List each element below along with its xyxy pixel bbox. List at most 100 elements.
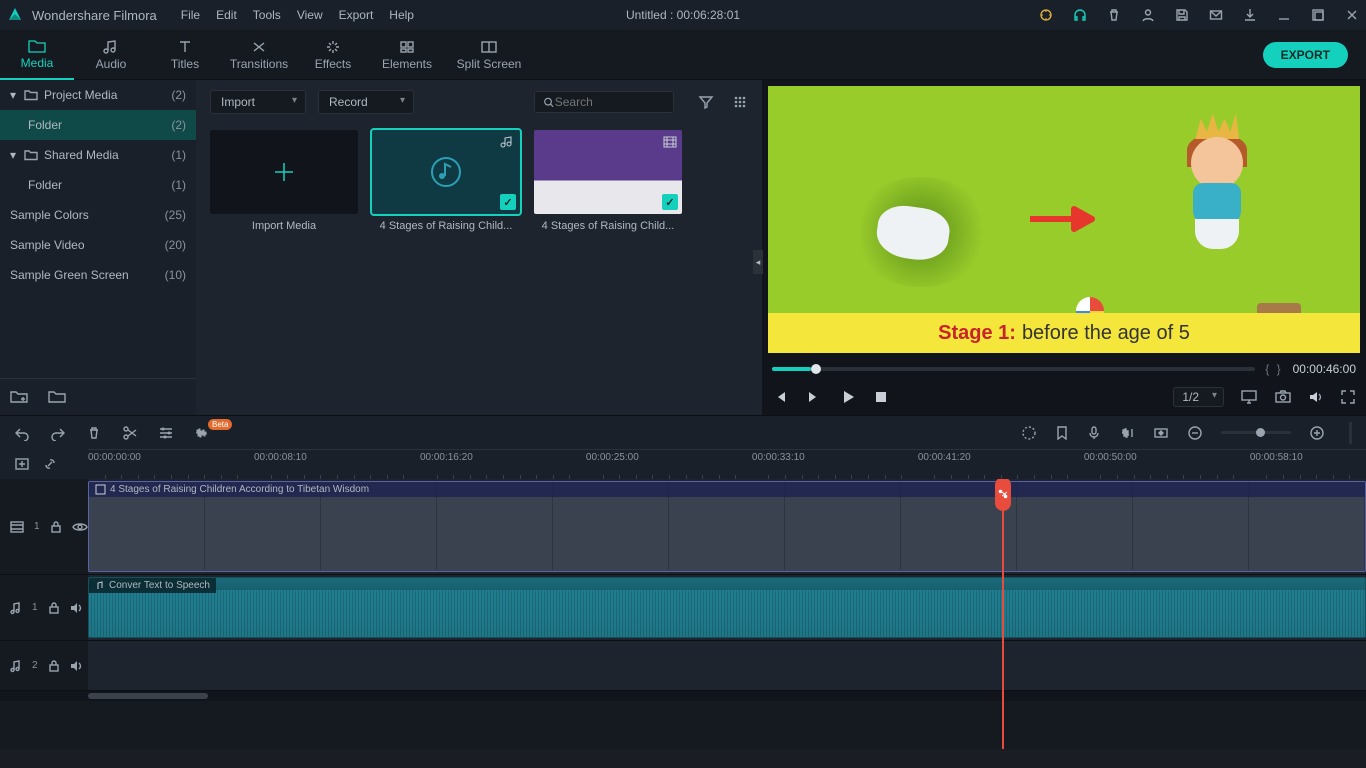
link-icon[interactable] xyxy=(42,456,58,472)
import-media-tile[interactable]: Import Media xyxy=(210,130,358,232)
record-dropdown[interactable]: Record xyxy=(318,90,414,114)
premium-icon[interactable] xyxy=(1038,7,1054,23)
video-track-icon xyxy=(10,521,24,533)
tab-effects-label: Effects xyxy=(315,57,351,71)
delete-icon[interactable] xyxy=(86,425,102,441)
zoom-out-icon[interactable] xyxy=(1187,425,1203,441)
tab-media[interactable]: Media xyxy=(0,30,74,80)
menu-view[interactable]: View xyxy=(297,8,323,22)
lock-icon[interactable] xyxy=(48,659,60,673)
sidebar-sample-video[interactable]: Sample Video (20) xyxy=(0,230,196,260)
audio-stretch-icon[interactable]: Beta xyxy=(194,425,236,441)
volume-icon[interactable] xyxy=(1308,389,1324,405)
next-frame-icon[interactable] xyxy=(806,389,822,405)
grid-view-icon[interactable] xyxy=(732,94,748,110)
preview-video[interactable]: Stage 1:before the age of 5 xyxy=(768,86,1360,353)
split-icon[interactable] xyxy=(122,425,138,441)
tab-transitions[interactable]: Transitions xyxy=(222,30,296,80)
render-icon[interactable] xyxy=(1021,425,1037,441)
download-icon[interactable] xyxy=(1242,7,1258,23)
menu-edit[interactable]: Edit xyxy=(216,8,237,22)
video-track-body[interactable]: 4 Stages of Raising Children According t… xyxy=(88,479,1366,574)
menu-help[interactable]: Help xyxy=(389,8,414,22)
maximize-icon[interactable] xyxy=(1310,7,1326,23)
tab-titles[interactable]: Titles xyxy=(148,30,222,80)
scrub-row: { } 00:00:46:00 xyxy=(762,359,1366,379)
timeline-ruler[interactable]: 00:00:00:0000:00:08:1000:00:16:2000:00:2… xyxy=(88,449,1366,479)
zoom-slider[interactable] xyxy=(1221,431,1291,434)
audio-track-body[interactable]: Conver Text to Speech xyxy=(88,575,1366,640)
display-icon[interactable] xyxy=(1240,389,1258,405)
collapse-sidebar-icon[interactable]: ◂ xyxy=(753,250,763,274)
sidebar-item-label: Project Media xyxy=(44,88,117,102)
snapshot-icon[interactable] xyxy=(1274,389,1292,405)
audio-clip[interactable]: Conver Text to Speech xyxy=(88,577,1366,638)
new-folder-icon[interactable] xyxy=(10,389,28,405)
speaker-icon[interactable] xyxy=(70,602,84,614)
tab-effects[interactable]: Effects xyxy=(296,30,370,80)
media-thumb-audio[interactable]: ✓ 4 Stages of Raising Child... xyxy=(372,130,520,232)
speaker-icon[interactable] xyxy=(70,660,84,672)
tab-splitscreen[interactable]: Split Screen xyxy=(444,30,534,80)
export-button[interactable]: EXPORT xyxy=(1263,42,1348,68)
sidebar-bottom xyxy=(0,378,196,415)
document-title: Untitled : 00:06:28:01 xyxy=(626,8,740,22)
mail-icon[interactable] xyxy=(1208,7,1224,23)
search-input[interactable] xyxy=(555,95,665,109)
zoom-in-icon[interactable] xyxy=(1309,425,1325,441)
headphones-icon[interactable] xyxy=(1072,7,1088,23)
sidebar-item-label: Sample Video xyxy=(10,238,85,252)
sidebar-folder-1[interactable]: Folder (2) xyxy=(0,110,196,140)
account-icon[interactable] xyxy=(1140,7,1156,23)
search-box[interactable] xyxy=(534,91,674,113)
tab-audio[interactable]: Audio xyxy=(74,30,148,80)
menu-tools[interactable]: Tools xyxy=(253,8,281,22)
marker-icon[interactable] xyxy=(1055,425,1069,441)
playhead[interactable] xyxy=(1002,479,1004,749)
audio-track-body-2[interactable] xyxy=(88,641,1366,690)
video-clip[interactable]: 4 Stages of Raising Children According t… xyxy=(88,481,1366,572)
trash-icon[interactable] xyxy=(1106,7,1122,23)
sidebar-project-media[interactable]: ▾ Project Media (2) xyxy=(0,80,196,110)
audio-mixer-icon[interactable] xyxy=(1119,425,1135,441)
sidebar-sample-green[interactable]: Sample Green Screen (10) xyxy=(0,260,196,290)
timeline-scrollbar[interactable] xyxy=(0,691,1366,701)
adjust-icon[interactable] xyxy=(158,425,174,441)
folder-icon[interactable] xyxy=(48,389,66,405)
voiceover-icon[interactable] xyxy=(1087,425,1101,441)
lock-icon[interactable] xyxy=(50,520,62,534)
filter-icon[interactable] xyxy=(698,94,714,110)
thumb-label: 4 Stages of Raising Child... xyxy=(534,220,682,232)
redo-icon[interactable] xyxy=(50,425,66,441)
timeline-add-icon[interactable] xyxy=(14,456,30,472)
media-thumb-video[interactable]: ✓ 4 Stages of Raising Child... xyxy=(534,130,682,232)
prev-frame-icon[interactable] xyxy=(772,389,788,405)
eye-icon[interactable] xyxy=(72,521,88,533)
sidebar-shared-media[interactable]: ▾ Shared Media (1) xyxy=(0,140,196,170)
undo-icon[interactable] xyxy=(14,425,30,441)
quality-select[interactable]: 1/2 xyxy=(1173,387,1224,407)
menu-export[interactable]: Export xyxy=(339,8,374,22)
lock-icon[interactable] xyxy=(48,601,60,615)
stop-icon[interactable] xyxy=(874,390,888,404)
keyframe-icon[interactable] xyxy=(1153,425,1169,441)
folder-icon xyxy=(24,148,38,162)
play-icon[interactable] xyxy=(840,389,856,405)
audio-track-row-1: 1 Conver Text to Speech xyxy=(0,575,1366,641)
import-dropdown[interactable]: Import xyxy=(210,90,306,114)
tab-elements[interactable]: Elements xyxy=(370,30,444,80)
tab-splitscreen-label: Split Screen xyxy=(457,57,522,71)
scrub-bar[interactable] xyxy=(772,367,1255,371)
audio-track-icon xyxy=(10,601,22,615)
close-icon[interactable] xyxy=(1344,7,1360,23)
sidebar-folder-2[interactable]: Folder (1) xyxy=(0,170,196,200)
sidebar-item-label: Sample Green Screen xyxy=(10,268,129,282)
sidebar-sample-colors[interactable]: Sample Colors (25) xyxy=(0,200,196,230)
toolbar-separator xyxy=(1349,422,1352,444)
app-name: Wondershare Filmora xyxy=(32,8,157,23)
menu-file[interactable]: File xyxy=(181,8,200,22)
minimize-icon[interactable] xyxy=(1276,7,1292,23)
ruler-tick: 00:00:16:20 xyxy=(420,452,473,463)
fullscreen-icon[interactable] xyxy=(1340,389,1356,405)
save-icon[interactable] xyxy=(1174,7,1190,23)
